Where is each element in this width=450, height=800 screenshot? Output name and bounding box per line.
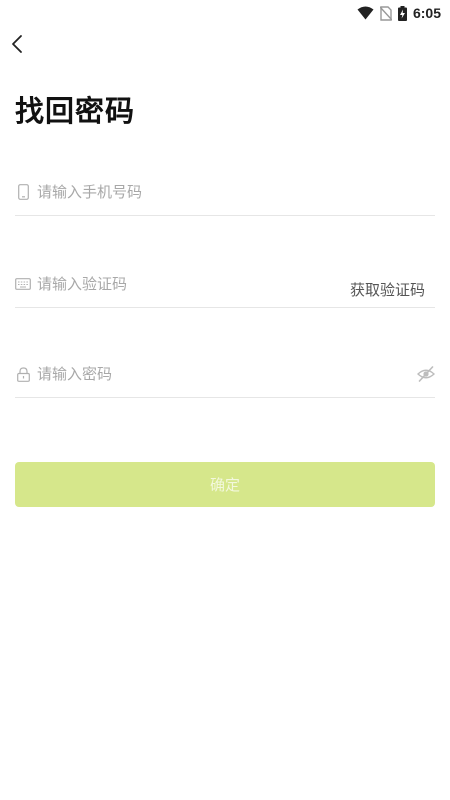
password-input[interactable] xyxy=(37,360,337,388)
phone-icon xyxy=(15,183,31,201)
page-title: 找回密码 xyxy=(15,94,136,128)
phone-input[interactable] xyxy=(37,178,337,206)
back-button[interactable] xyxy=(6,34,28,58)
battery-charging-icon xyxy=(397,5,407,21)
code-field: 获取验证码 xyxy=(15,262,435,308)
keyboard-icon xyxy=(15,275,31,293)
status-time: 6:05 xyxy=(412,5,441,21)
confirm-button[interactable]: 确定 xyxy=(15,462,435,507)
password-field xyxy=(15,352,436,398)
eye-off-icon[interactable] xyxy=(416,365,436,383)
phone-field xyxy=(15,170,435,216)
get-code-button[interactable]: 获取验证码 xyxy=(350,279,425,300)
wifi-icon xyxy=(357,6,374,20)
status-icons: 6:05 xyxy=(357,4,441,22)
lock-icon xyxy=(15,365,31,383)
status-bar: 6:05 xyxy=(0,0,450,26)
no-sim-icon xyxy=(379,5,392,21)
confirm-button-label: 确定 xyxy=(209,476,240,494)
code-input[interactable] xyxy=(37,270,337,298)
chevron-left-icon xyxy=(11,34,23,58)
